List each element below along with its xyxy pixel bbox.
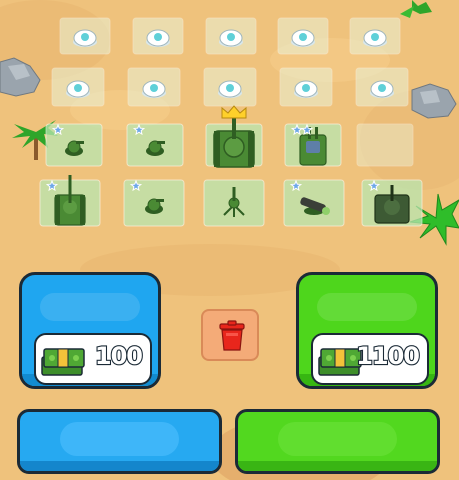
green-action-button[interactable]	[235, 409, 440, 474]
locked-tile	[132, 17, 184, 55]
locked-tile	[355, 67, 409, 107]
lock-disc-icon	[294, 80, 318, 98]
lock-disc-icon	[73, 29, 97, 47]
trash-icon	[219, 320, 245, 351]
lock-disc-icon	[291, 29, 315, 47]
lock-disc-icon	[363, 29, 387, 47]
lock-disc-icon	[219, 29, 243, 47]
locked-tile	[279, 67, 333, 107]
locked-tile	[203, 67, 257, 107]
left-price-tag: 100	[34, 333, 152, 385]
right-price-tag: 1100	[311, 333, 429, 385]
locked-tile	[59, 17, 111, 55]
battlefield	[0, 0, 459, 480]
left-price-value: 100	[94, 341, 144, 371]
empty-tile[interactable]	[356, 123, 414, 167]
locked-tile	[127, 67, 181, 107]
locked-tile	[205, 17, 257, 55]
trash-button[interactable]	[201, 309, 259, 361]
lock-disc-icon	[142, 80, 166, 98]
cash-stack-icon	[41, 348, 85, 376]
game-scene: 100 1100	[0, 0, 459, 480]
blue-action-button[interactable]	[17, 409, 222, 474]
locked-tile	[277, 17, 329, 55]
locked-tile	[51, 67, 105, 107]
lock-disc-icon	[146, 29, 170, 47]
lock-disc-icon	[218, 80, 242, 98]
lock-disc-icon	[66, 80, 90, 98]
buy-vehicle-panel[interactable]: 1100	[296, 272, 438, 389]
buy-soldier-panel[interactable]: 100	[19, 272, 161, 389]
locked-tile	[349, 17, 401, 55]
lock-disc-icon	[370, 80, 394, 98]
right-price-value: 1100	[355, 341, 421, 371]
